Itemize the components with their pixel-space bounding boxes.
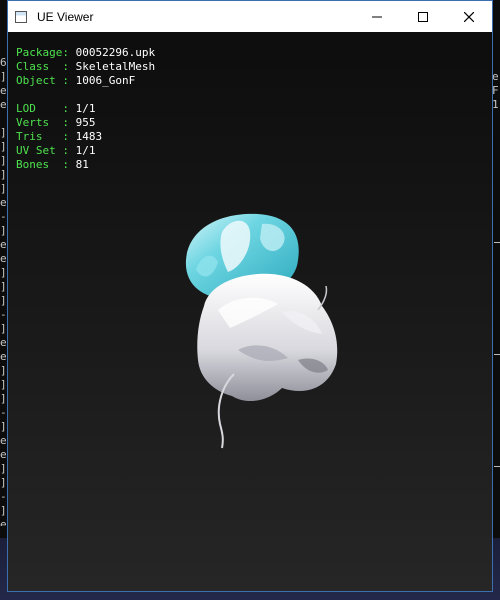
info-class: Class : SkeletalMesh — [16, 60, 156, 73]
background-console-right: e F 1 — [492, 70, 499, 111]
info-lod: LOD : 1/1 — [16, 102, 96, 115]
background-divider — [494, 354, 500, 355]
info-object: Object : 1006_GonF — [16, 74, 136, 87]
close-icon — [464, 11, 474, 22]
hair-mesh-model[interactable] — [178, 210, 348, 450]
minimize-button[interactable] — [354, 1, 400, 32]
mesh-viewport[interactable]: Package: 00052296.upk Class : SkeletalMe… — [8, 32, 492, 591]
info-package: Package: 00052296.upk — [16, 46, 156, 59]
info-uvset: UV Set : 1/1 — [16, 144, 96, 157]
title-bar[interactable]: UE Viewer — [8, 1, 492, 32]
minimize-icon — [372, 16, 382, 17]
info-verts: Verts : 955 — [16, 116, 96, 129]
maximize-icon — [418, 11, 428, 22]
info-tris: Tris : 1483 — [16, 130, 103, 143]
info-bones: Bones : 81 — [16, 158, 89, 171]
mesh-info-overlay: Package: 00052296.upk Class : SkeletalMe… — [16, 46, 155, 172]
close-button[interactable] — [446, 1, 492, 32]
background-divider — [494, 242, 500, 243]
window-title: UE Viewer — [37, 9, 94, 24]
ue-viewer-window[interactable]: UE Viewer Package: 00052296.upk Class : … — [7, 0, 493, 592]
maximize-button[interactable] — [400, 1, 446, 32]
window-app-icon[interactable] — [15, 10, 27, 23]
background-divider — [494, 466, 500, 467]
